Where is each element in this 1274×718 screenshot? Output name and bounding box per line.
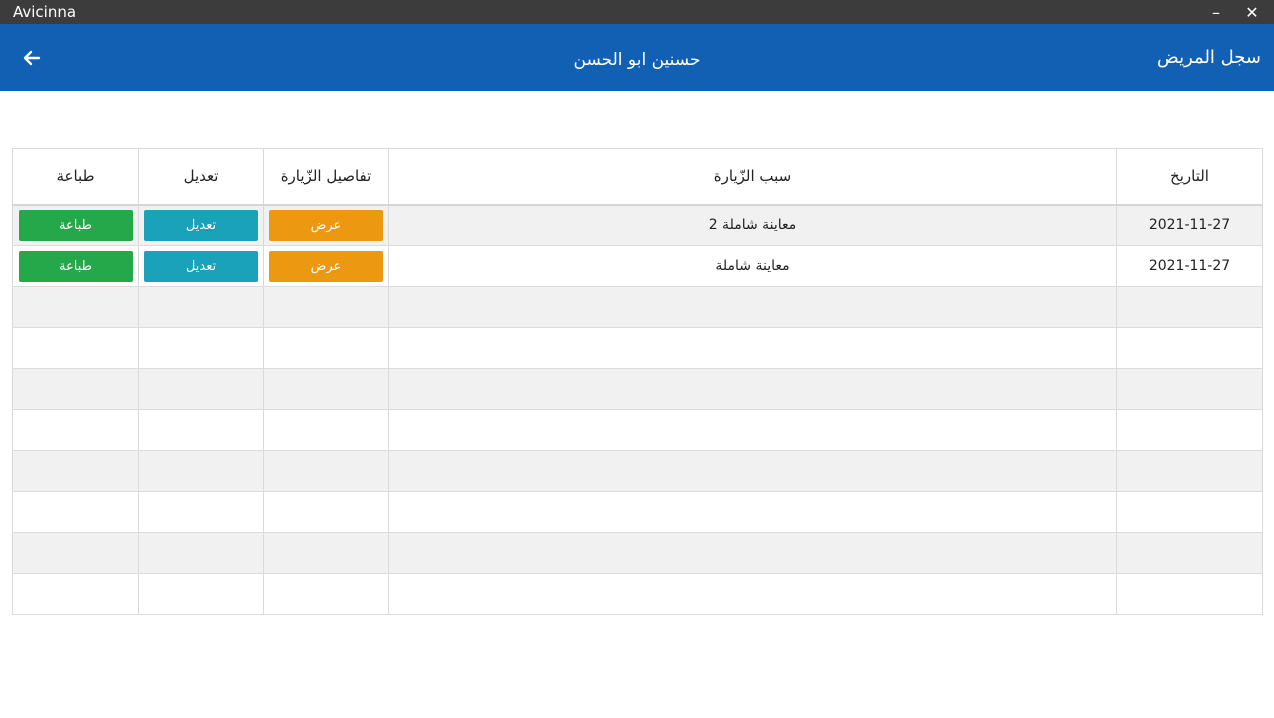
details-cell: عرض <box>263 245 389 287</box>
visit-date: 2021-11-27 <box>1116 204 1263 246</box>
empty-table-row <box>12 532 1263 574</box>
empty-table-row <box>12 409 1263 451</box>
edit-cell: تعديل <box>138 245 264 287</box>
empty-table-row <box>12 368 1263 410</box>
patient-name: حسنين ابو الحسن <box>573 50 701 70</box>
print-cell: طباعة <box>12 204 139 246</box>
table-row: 2021-11-27 معاينة شاملة عرض تعديل طباعة <box>12 245 1263 287</box>
visits-table: التاريخ سبب الزّيارة تفاصيل الزّيارة تعد… <box>12 148 1263 615</box>
app-name: Avicinna <box>13 3 77 21</box>
empty-table-row <box>12 491 1263 533</box>
column-header-reason: سبب الزّيارة <box>388 148 1117 206</box>
close-button[interactable]: ✕ <box>1234 0 1270 24</box>
visit-reason: معاينة شاملة <box>388 245 1117 287</box>
view-button[interactable]: عرض <box>269 209 383 241</box>
print-cell: طباعة <box>12 245 139 287</box>
empty-table-row <box>12 327 1263 369</box>
table-row: 2021-11-27 معاينة شاملة 2 عرض تعديل طباع… <box>12 204 1263 246</box>
edit-cell: تعديل <box>138 204 264 246</box>
visit-reason: معاينة شاملة 2 <box>388 204 1117 246</box>
column-header-date: التاريخ <box>1116 148 1263 206</box>
column-header-print: طباعة <box>12 148 139 206</box>
edit-button[interactable]: تعديل <box>144 209 258 241</box>
empty-table-row <box>12 450 1263 492</box>
empty-table-row <box>12 573 1263 615</box>
edit-button[interactable]: تعديل <box>144 250 258 282</box>
print-button[interactable]: طباعة <box>18 250 133 282</box>
window-titlebar: Avicinna – ✕ <box>0 0 1274 24</box>
app-header: حسنين ابو الحسن سجل المريض <box>0 24 1274 91</box>
page-title: سجل المريض <box>1157 47 1261 68</box>
details-cell: عرض <box>263 204 389 246</box>
minimize-button[interactable]: – <box>1198 0 1234 24</box>
table-header-row: التاريخ سبب الزّيارة تفاصيل الزّيارة تعد… <box>12 148 1263 206</box>
column-header-details: تفاصيل الزّيارة <box>263 148 389 206</box>
view-button[interactable]: عرض <box>269 250 383 282</box>
column-header-edit: تعديل <box>138 148 264 206</box>
print-button[interactable]: طباعة <box>18 209 133 241</box>
visit-date: 2021-11-27 <box>1116 245 1263 287</box>
empty-table-row <box>12 286 1263 328</box>
